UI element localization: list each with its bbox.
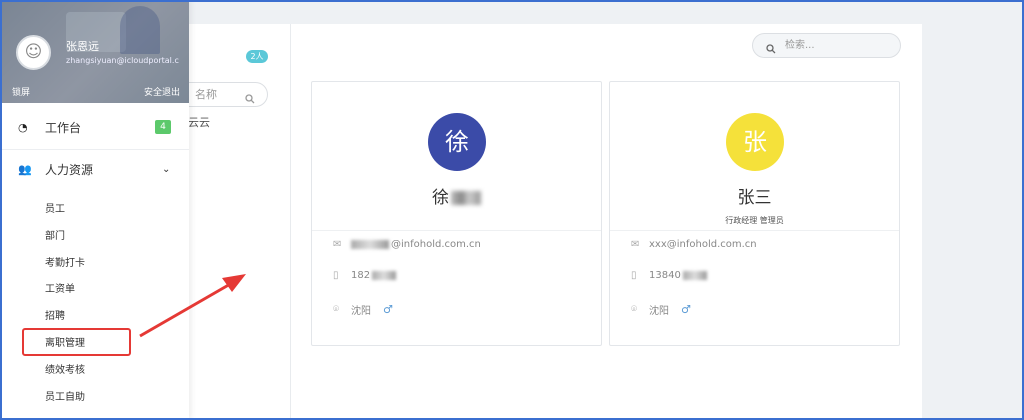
employee-phone: ▯ 182 (333, 270, 398, 281)
lock-screen-link[interactable]: 锁屏 (12, 85, 30, 98)
mail-icon: ✉ (333, 239, 342, 250)
employee-card[interactable]: 张 张三 行政经理 管理员 ✉ xxx@infohold.com.cn ▯ 1384… (609, 81, 900, 346)
phone-icon: ▯ (631, 270, 637, 281)
male-icon: ♂ (383, 303, 393, 316)
employee-avatar: 张 (726, 113, 784, 171)
employee-name: 张三 (737, 188, 772, 208)
employee-card[interactable]: 徐 徐 ✉ @infohold.com.cn ▯ 182 ⌾ 沈阳 ♂ (311, 81, 602, 346)
submenu-item-attendance[interactable]: 考勤打卡 (45, 254, 85, 269)
submenu-item-employee[interactable]: 员工 (45, 200, 65, 215)
employee-avatar: 徐 (428, 113, 486, 171)
employee-phone: ▯ 13840 (631, 270, 709, 281)
redacted-text (451, 191, 481, 205)
user-name: 张恩远 (66, 40, 99, 53)
card-divider (312, 230, 601, 231)
column-divider (290, 24, 291, 420)
group-search-placeholder: 名称 (195, 88, 217, 101)
side-menu: ☺ 张恩远 zhangsiyuan@icloudportal.c 锁屏 安全退出… (0, 0, 189, 420)
dashboard-icon: ◔ (18, 120, 28, 134)
group-count-badge: 2人 (246, 50, 268, 63)
highlight-box (22, 328, 131, 356)
redacted-text (351, 240, 389, 249)
menu-item-label: 工作台 (45, 120, 82, 135)
mail-icon: ✉ (631, 239, 640, 250)
avatar[interactable]: ☺ (16, 35, 51, 70)
workbench-badge: 4 (155, 120, 171, 134)
people-icon: 👥 (18, 162, 32, 176)
card-divider (610, 230, 899, 231)
submenu-item-self-service[interactable]: 员工自助 (45, 388, 85, 403)
employee-location: ⌾ 沈阳 ♂ (333, 303, 393, 317)
search-icon (766, 40, 776, 63)
submenu-item-payslip[interactable]: 工资单 (45, 280, 75, 295)
search-placeholder: 检索... (785, 40, 815, 51)
submenu-item-department[interactable]: 部门 (45, 227, 65, 242)
menu-item-hr[interactable]: 👥 人力资源 ⌄ (0, 149, 189, 189)
redacted-text (372, 271, 397, 280)
user-header: ☺ 张恩远 zhangsiyuan@icloudportal.c 锁屏 安全退出 (0, 0, 189, 103)
redacted-text (682, 271, 707, 280)
employee-email: ✉ @infohold.com.cn (333, 239, 481, 250)
employee-role: 行政经理 管理员 (725, 216, 784, 225)
search-input[interactable]: 检索... (752, 33, 901, 58)
phone-icon: ▯ (333, 270, 339, 281)
header-illustration (120, 6, 160, 54)
menu-item-workbench[interactable]: ◔ 工作台 4 (0, 107, 189, 147)
location-pin-icon: ⌾ (631, 304, 637, 315)
user-email: zhangsiyuan@icloudportal.c (66, 56, 179, 65)
location-pin-icon: ⌾ (333, 304, 339, 315)
chevron-down-icon[interactable]: ⌄ (162, 164, 170, 175)
male-icon: ♂ (681, 303, 691, 316)
submenu-item-performance[interactable]: 绩效考核 (45, 361, 85, 376)
group-list-item[interactable]: 云云 (188, 114, 210, 130)
employee-location: ⌾ 沈阳 ♂ (631, 303, 691, 317)
logout-link[interactable]: 安全退出 (144, 85, 180, 98)
employee-email: ✉ xxx@infohold.com.cn (631, 239, 757, 250)
submenu-item-recruitment[interactable]: 招聘 (45, 307, 65, 322)
employee-name: 徐 (312, 183, 601, 208)
menu-item-label: 人力资源 (45, 162, 94, 177)
search-icon[interactable] (245, 89, 255, 112)
